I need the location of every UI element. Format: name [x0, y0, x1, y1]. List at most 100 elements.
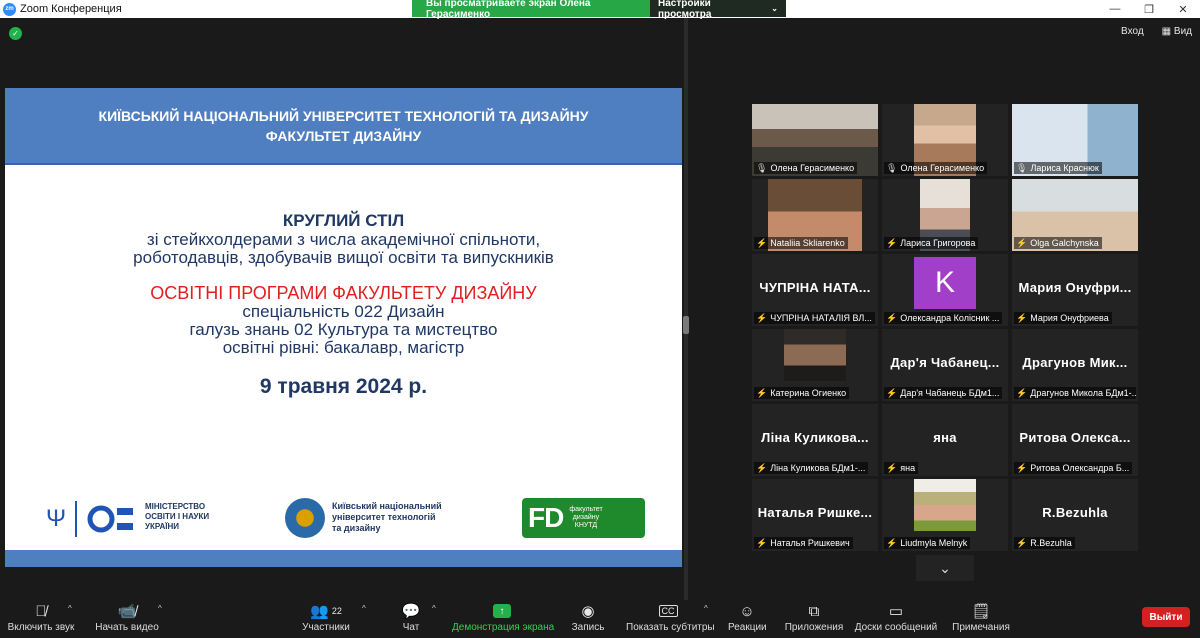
mic-muted-icon: ⚡ [886, 388, 898, 398]
view-button[interactable]: ▦ Вид [1162, 26, 1192, 37]
mic-muted-icon: ⚡ [756, 313, 768, 323]
participant-display-name: ЧУПРІНА НАТА... [759, 280, 871, 295]
participant-tile[interactable]: ⚡ Liudmyla Melnyk [882, 479, 1008, 551]
participants-button[interactable]: 👥 22 Участники ^ [298, 600, 366, 638]
chevron-up-icon[interactable]: ^ [158, 604, 162, 613]
maximize-button[interactable]: ❐ [1132, 0, 1166, 18]
mic-muted-icon: ⚡ [886, 463, 898, 473]
captions-button[interactable]: CC Показать субтитры ^ [626, 600, 715, 638]
participant-tile[interactable]: 🎙 Лариса Краснюк [1012, 104, 1138, 176]
slide-body: КРУГЛИЙ СТІЛ зі стейкхолдерами з числа а… [5, 211, 682, 399]
record-icon: ◉ [581, 603, 595, 620]
slide-footer-bar [5, 550, 682, 567]
participant-display-name: Ліна Куликова... [761, 430, 869, 445]
apps-button[interactable]: ⧉ Приложения [784, 600, 844, 638]
participant-tile[interactable]: Мария Онуфри... ⚡ Мария Онуфриева [1012, 254, 1138, 326]
avatar: K [914, 257, 976, 309]
chat-button[interactable]: 💬 Чат ^ [396, 600, 436, 638]
participant-tile[interactable]: ⚡ Olga Galchynska [1012, 179, 1138, 251]
slide-title: КРУГЛИЙ СТІЛ [282, 211, 405, 230]
participant-name-label: ⚡ яна [884, 462, 919, 474]
participant-display-name: Наталья Ришке... [757, 505, 873, 520]
participant-tile[interactable]: Дар'я Чабанец... ⚡ Дар'я Чабанець БДм1... [882, 329, 1008, 401]
participant-tile[interactable]: яна ⚡ яна [882, 404, 1008, 476]
participant-name-label: 🎙 Лариса Краснюк [1014, 162, 1102, 174]
leave-button[interactable]: Выйти [1142, 607, 1190, 627]
knutd-emblem-icon [285, 498, 325, 538]
slide-logos: Ψ МІНІСТЕРСТВО ОСВІТИ І НАУКИ УКРАЇНИ Ки… [5, 498, 682, 543]
splitter[interactable] [684, 18, 688, 600]
slide-spec: спеціальність 022 Дизайн [242, 302, 445, 321]
chevron-up-icon[interactable]: ^ [362, 604, 366, 613]
zoom-logo-icon: zm [3, 2, 16, 16]
participant-tile[interactable]: K ⚡ Олександра Колісник ... [882, 254, 1008, 326]
share-message: Вы просматриваете экран Олена Герасименк… [412, 0, 650, 20]
mon-logo-icon [87, 505, 133, 533]
mic-muted-icon: ⚡ [756, 463, 768, 473]
chevron-up-icon[interactable]: ^ [68, 604, 72, 613]
mic-muted-icon: ⚡ [756, 538, 768, 548]
participant-name-label: ⚡ Liudmyla Melnyk [884, 537, 971, 549]
participant-tile[interactable]: Ритова Олекса... ⚡ Ритова Олександра Б... [1012, 404, 1138, 476]
participant-name-label: ⚡ R.Bezuhla [1014, 537, 1075, 549]
participant-name-label: ⚡ Дар'я Чабанець БДм1... [884, 387, 1003, 399]
notes-button[interactable]: 🗒 Примечания [950, 600, 1012, 638]
trident-icon: Ψ [45, 505, 67, 532]
mic-muted-icon: ⚡ [886, 538, 898, 548]
participant-tile[interactable]: 🎙 Олена Герасименко [882, 104, 1008, 176]
share-banner: Вы просматриваете экран Олена Герасименк… [412, 0, 786, 20]
participant-tile[interactable]: ⚡ Катерина Огиенко [752, 329, 878, 401]
record-button[interactable]: ◉ Запись [571, 600, 605, 638]
chevron-up-icon[interactable]: ^ [704, 604, 708, 613]
participant-display-name: Мария Онуфри... [1018, 280, 1132, 295]
slide-line2: роботодавців, здобувачів вищої освіти та… [133, 248, 554, 267]
chevron-down-icon[interactable]: ⌄ [916, 555, 974, 581]
participant-tile[interactable]: ⚡ Лариса Григорова [882, 179, 1008, 251]
mic-muted-icon: ⚡ [756, 388, 768, 398]
chevron-down-icon: ⌄ [771, 4, 778, 13]
participant-tile[interactable]: 🎙 Олена Герасименко [752, 104, 878, 176]
mic-muted-icon: ⚡ [1016, 313, 1028, 323]
mic-icon: 🎙 [756, 163, 768, 173]
share-screen-button[interactable]: ↑ Демонстрация экрана [452, 600, 554, 638]
knutd-logo-text: Київський національний університет техно… [332, 501, 442, 533]
splitter-handle[interactable] [683, 316, 689, 334]
chevron-up-icon[interactable]: ^ [432, 604, 436, 613]
exit-button[interactable]: Вход [1121, 26, 1144, 37]
slide-header-line1: КИЇВСЬКИЙ НАЦІОНАЛЬНИЙ УНІВЕРСИТЕТ ТЕХНО… [98, 107, 589, 124]
close-button[interactable]: ✕ [1166, 0, 1200, 18]
participant-tile[interactable]: ЧУПРІНА НАТА... ⚡ ЧУПРІНА НАТАЛІЯ ВЛ... [752, 254, 878, 326]
mon-logo-text: МІНІСТЕРСТВО ОСВІТИ І НАУКИ УКРАЇНИ [145, 502, 210, 531]
shield-icon[interactable]: ✓ [9, 27, 22, 40]
participant-display-name: яна [933, 430, 957, 445]
slide-header-line2: ФАКУЛЬТЕТ ДИЗАЙНУ [265, 127, 422, 144]
whiteboards-button[interactable]: ▭ Доски сообщений [854, 600, 938, 638]
participant-display-name: Драгунов Мик... [1022, 355, 1128, 370]
minimize-button[interactable]: — [1098, 0, 1132, 18]
mic-muted-icon: ⚡ [1016, 238, 1028, 248]
whiteboard-icon: ▭ [888, 603, 904, 620]
unmute-button[interactable]: 🎙̸ Включить звук ^ [6, 600, 76, 638]
view-controls: Вход ▦ Вид [1121, 26, 1192, 37]
window-title: Zoom Конференция [20, 3, 122, 15]
participant-tile[interactable]: Ліна Куликова... ⚡ Ліна Куликова БДм1-... [752, 404, 878, 476]
reactions-button[interactable]: ☺ Реакции [728, 600, 767, 638]
window-controls: — ❐ ✕ [1098, 0, 1200, 18]
view-options-button[interactable]: Настройки просмотра ⌄ [650, 0, 786, 20]
slide-line1: зі стейкхолдерами з числа академічної сп… [146, 230, 541, 249]
participant-tile[interactable]: Наталья Ришке... ⚡ Наталья Ришкевич [752, 479, 878, 551]
participant-name-label: ⚡ Nataliia Skliarenko [754, 237, 848, 249]
mic-muted-icon: ⚡ [756, 238, 768, 248]
slide-program: ОСВІТНІ ПРОГРАМИ ФАКУЛЬТЕТУ ДИЗАЙНУ [150, 283, 537, 303]
slide-levels: освітні рівні: бакалавр, магістр [222, 338, 465, 357]
participant-name-label: ⚡ Наталья Ришкевич [754, 537, 853, 549]
mic-muted-icon: ⚡ [1016, 388, 1028, 398]
start-video-button[interactable]: 📹̸ Начать видео ^ [92, 600, 162, 638]
participant-tile[interactable]: Драгунов Мик... ⚡ Драгунов Микола БДм1-... [1012, 329, 1138, 401]
participant-name-label: ⚡ Ліна Куликова БДм1-... [754, 462, 869, 474]
participant-tile[interactable]: R.Bezuhla ⚡ R.Bezuhla [1012, 479, 1138, 551]
fd-mark: FD [528, 502, 564, 533]
participant-tile[interactable]: ⚡ Nataliia Skliarenko [752, 179, 878, 251]
mic-muted-icon: ⚡ [1016, 463, 1028, 473]
mic-muted-icon: ⚡ [886, 313, 898, 323]
